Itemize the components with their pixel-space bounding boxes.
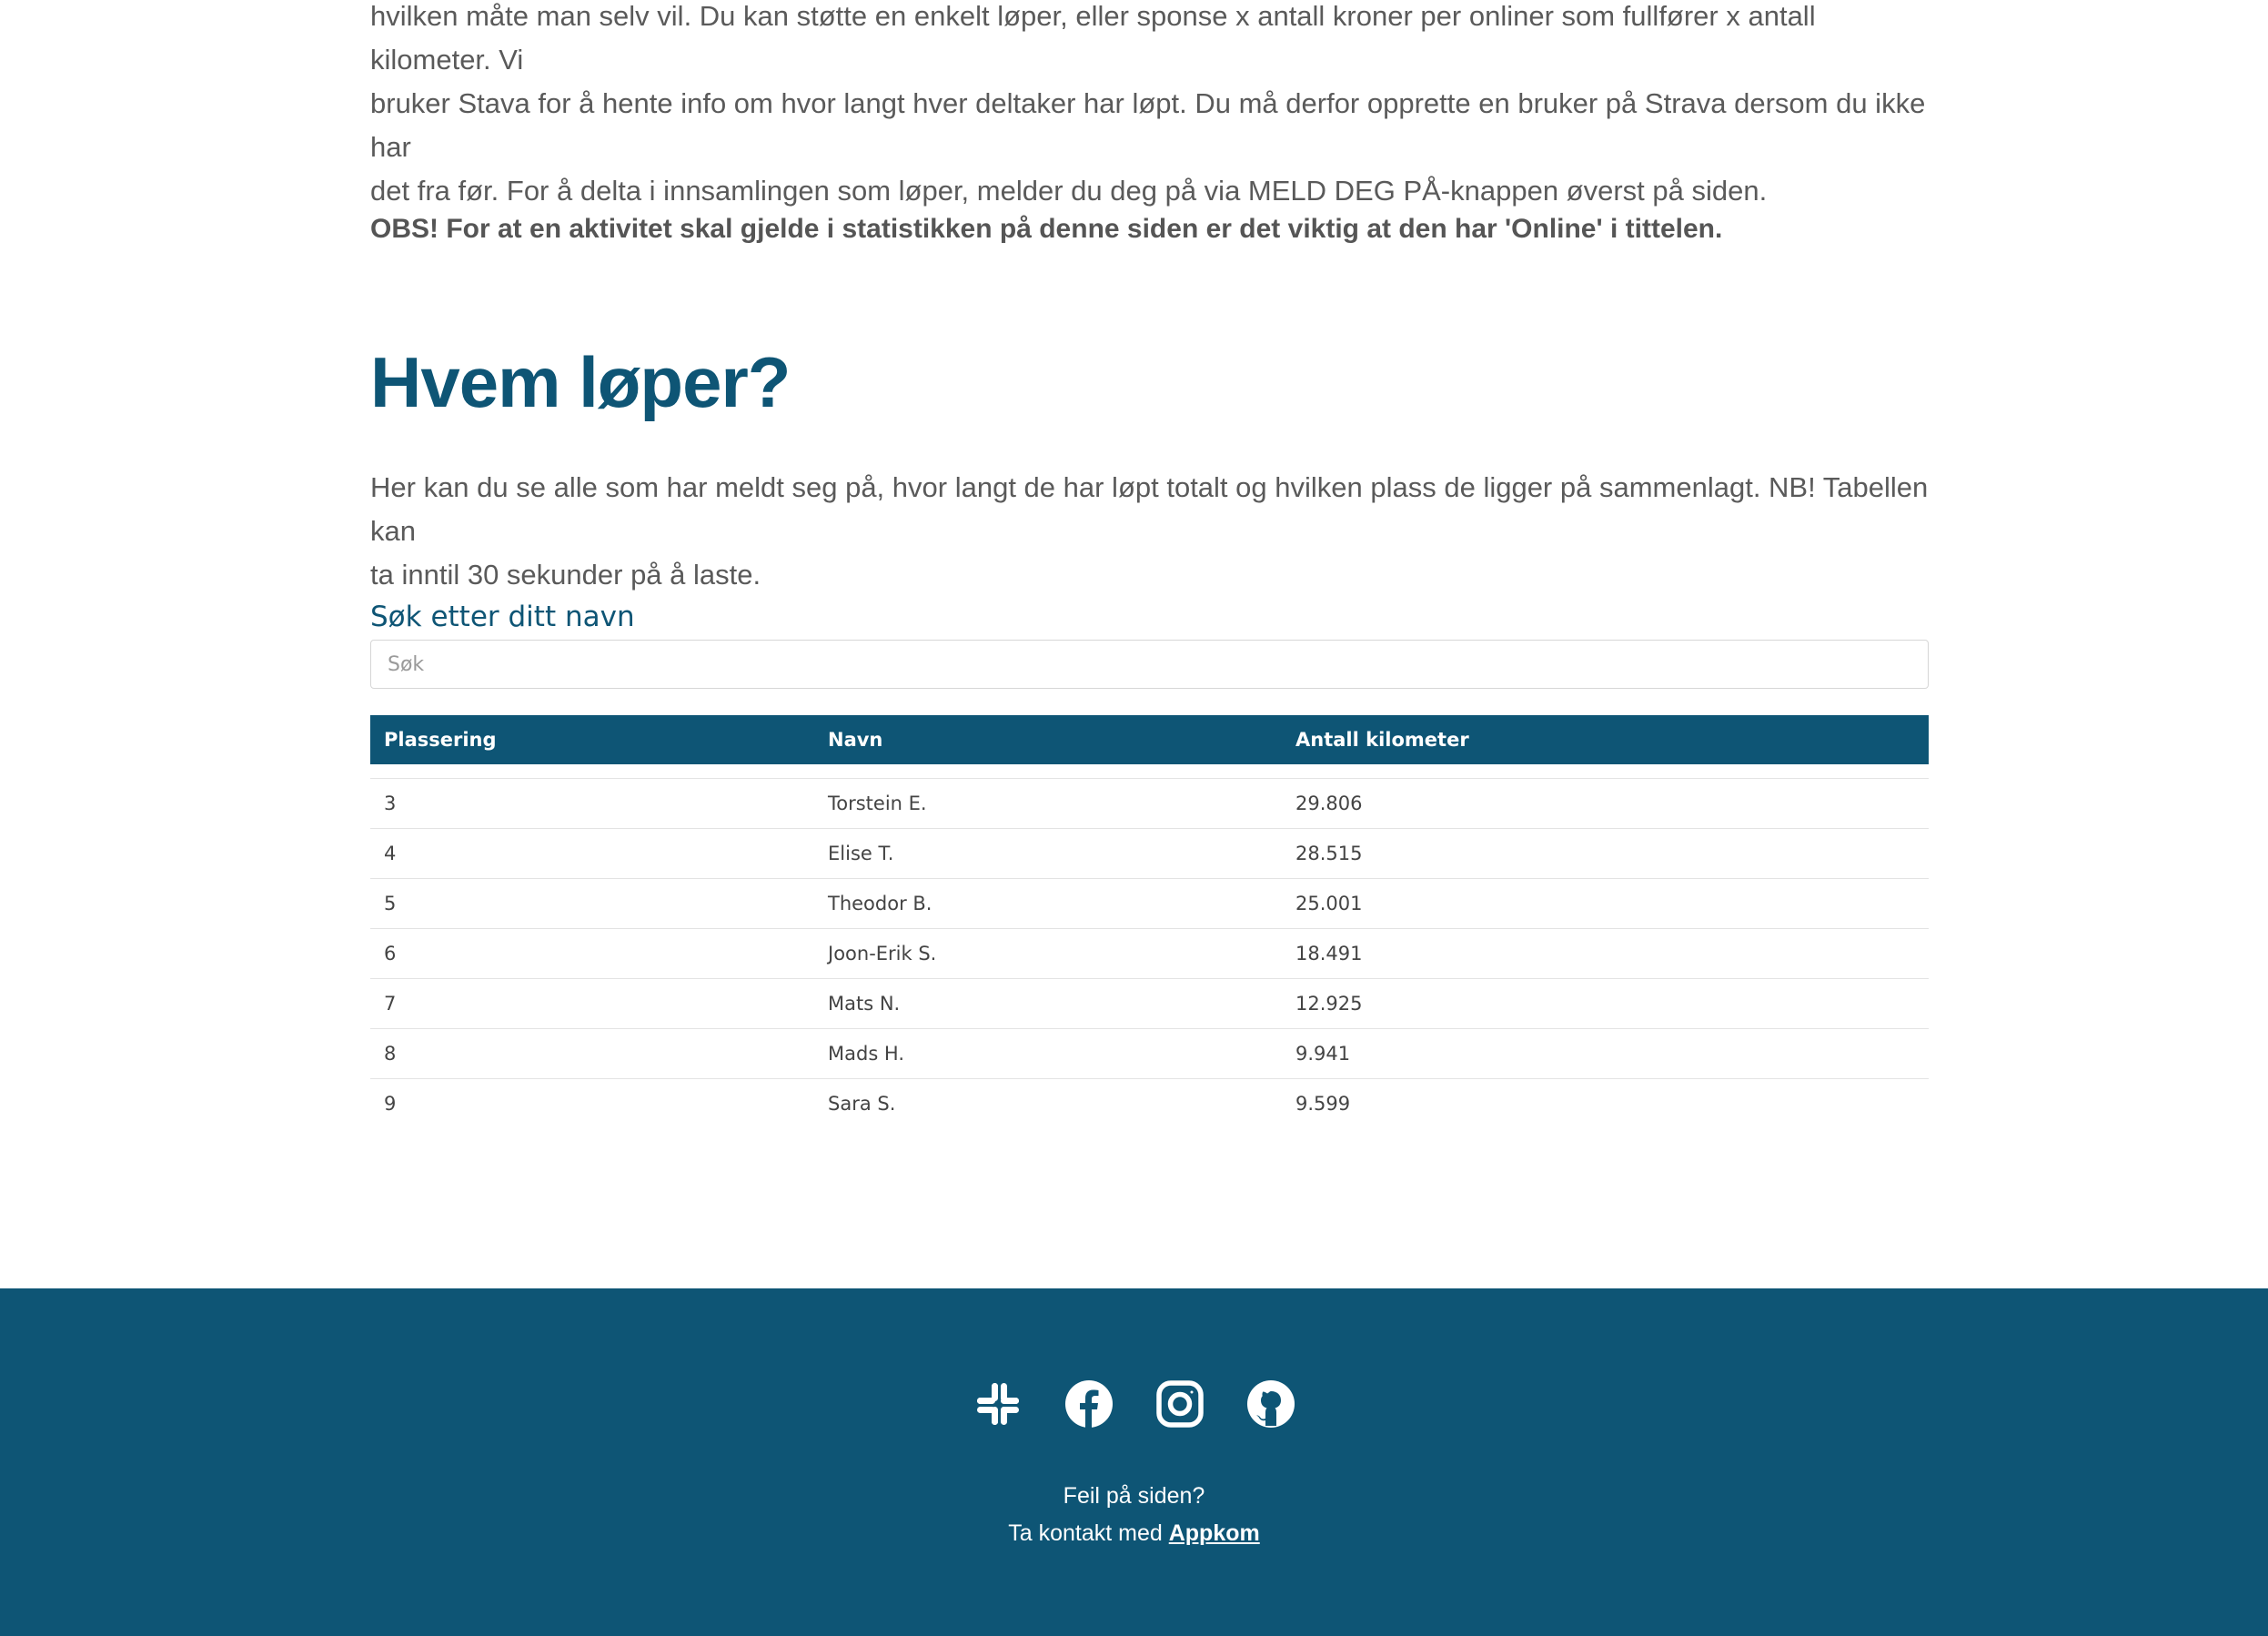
site-footer: Feil på siden? Ta kontakt med Appkom — [0, 1288, 2268, 1636]
section-title: Hvem løper? — [370, 342, 791, 422]
github-icon[interactable] — [1246, 1379, 1295, 1429]
contact-prefix: Ta kontakt med — [1008, 1520, 1169, 1546]
lead-line-1: Her kan du se alle som har meldt seg på,… — [370, 471, 1929, 547]
header-kilometers[interactable]: Antall kilometer — [1282, 715, 1929, 764]
cell-name: Sara S. — [828, 1092, 896, 1115]
cell-km: 29.806 — [1295, 792, 1363, 814]
table-row: 3 Torstein E. 29.806 — [370, 778, 1929, 828]
cell-name: Mads H. — [828, 1042, 905, 1065]
social-links — [0, 1379, 2268, 1429]
contact-line: Ta kontakt med Appkom — [0, 1515, 2268, 1552]
cell-place: 5 — [384, 892, 397, 914]
lead-line-2: ta inntil 30 sekunder på å laste. — [370, 559, 761, 591]
cell-name: Joon-Erik S. — [828, 942, 937, 964]
obs-note: OBS! For at en aktivitet skal gjelde i s… — [370, 214, 1723, 244]
cell-place: 9 — [384, 1092, 397, 1115]
intro-paragraph: hvilken måte man selv vil. Du kan støtte… — [370, 0, 1929, 213]
table-row: 4 Elise T. 28.515 — [370, 828, 1929, 878]
main-content: hvilken måte man selv vil. Du kan støtte… — [370, 0, 1929, 1115]
intro-line-2: bruker Stava for å hente info om hvor la… — [370, 87, 1926, 163]
cell-km: 28.515 — [1295, 842, 1363, 864]
cell-place: 7 — [384, 992, 397, 1015]
cell-place: 3 — [384, 792, 397, 814]
runners-table: Plassering Navn Antall kilometer 3 Torst… — [370, 715, 1929, 1128]
cell-place: 8 — [384, 1042, 397, 1065]
cell-km: 9.941 — [1295, 1042, 1351, 1065]
facebook-icon[interactable] — [1064, 1379, 1114, 1429]
cell-name: Mats N. — [828, 992, 901, 1015]
table-row: 9 Sara S. 9.599 — [370, 1078, 1929, 1128]
table-row: 7 Mats N. 12.925 — [370, 978, 1929, 1028]
cell-km: 18.491 — [1295, 942, 1363, 964]
table-row: 8 Mads H. 9.941 — [370, 1028, 1929, 1078]
section-lead: Her kan du se alle som har meldt seg på,… — [370, 466, 1929, 597]
cell-km: 25.001 — [1295, 892, 1363, 914]
search-input[interactable] — [370, 640, 1929, 689]
cell-km: 9.599 — [1295, 1092, 1351, 1115]
cell-name: Elise T. — [828, 842, 894, 864]
header-name[interactable]: Navn — [814, 715, 1282, 764]
intro-line-3: det fra før. For å delta i innsamlingen … — [370, 175, 1768, 207]
appkom-link[interactable]: Appkom — [1169, 1520, 1260, 1546]
slack-icon[interactable] — [973, 1379, 1023, 1429]
cell-place: 4 — [384, 842, 397, 864]
intro-line-1: hvilken måte man selv vil. Du kan støtte… — [370, 0, 1816, 76]
search-label: Søk etter ditt navn — [370, 601, 635, 633]
header-placement[interactable]: Plassering — [370, 715, 814, 764]
instagram-icon[interactable] — [1155, 1379, 1205, 1429]
footer-contact: Feil på siden? Ta kontakt med Appkom — [0, 1478, 2268, 1552]
cell-km: 12.925 — [1295, 992, 1363, 1015]
table-row: 5 Theodor B. 25.001 — [370, 878, 1929, 928]
cell-name: Torstein E. — [828, 792, 927, 814]
cell-place: 6 — [384, 942, 397, 964]
table-header-row: Plassering Navn Antall kilometer — [370, 715, 1929, 764]
table-row: 6 Joon-Erik S. 18.491 — [370, 928, 1929, 978]
cell-name: Theodor B. — [828, 892, 932, 914]
error-question: Feil på siden? — [1063, 1483, 1205, 1509]
